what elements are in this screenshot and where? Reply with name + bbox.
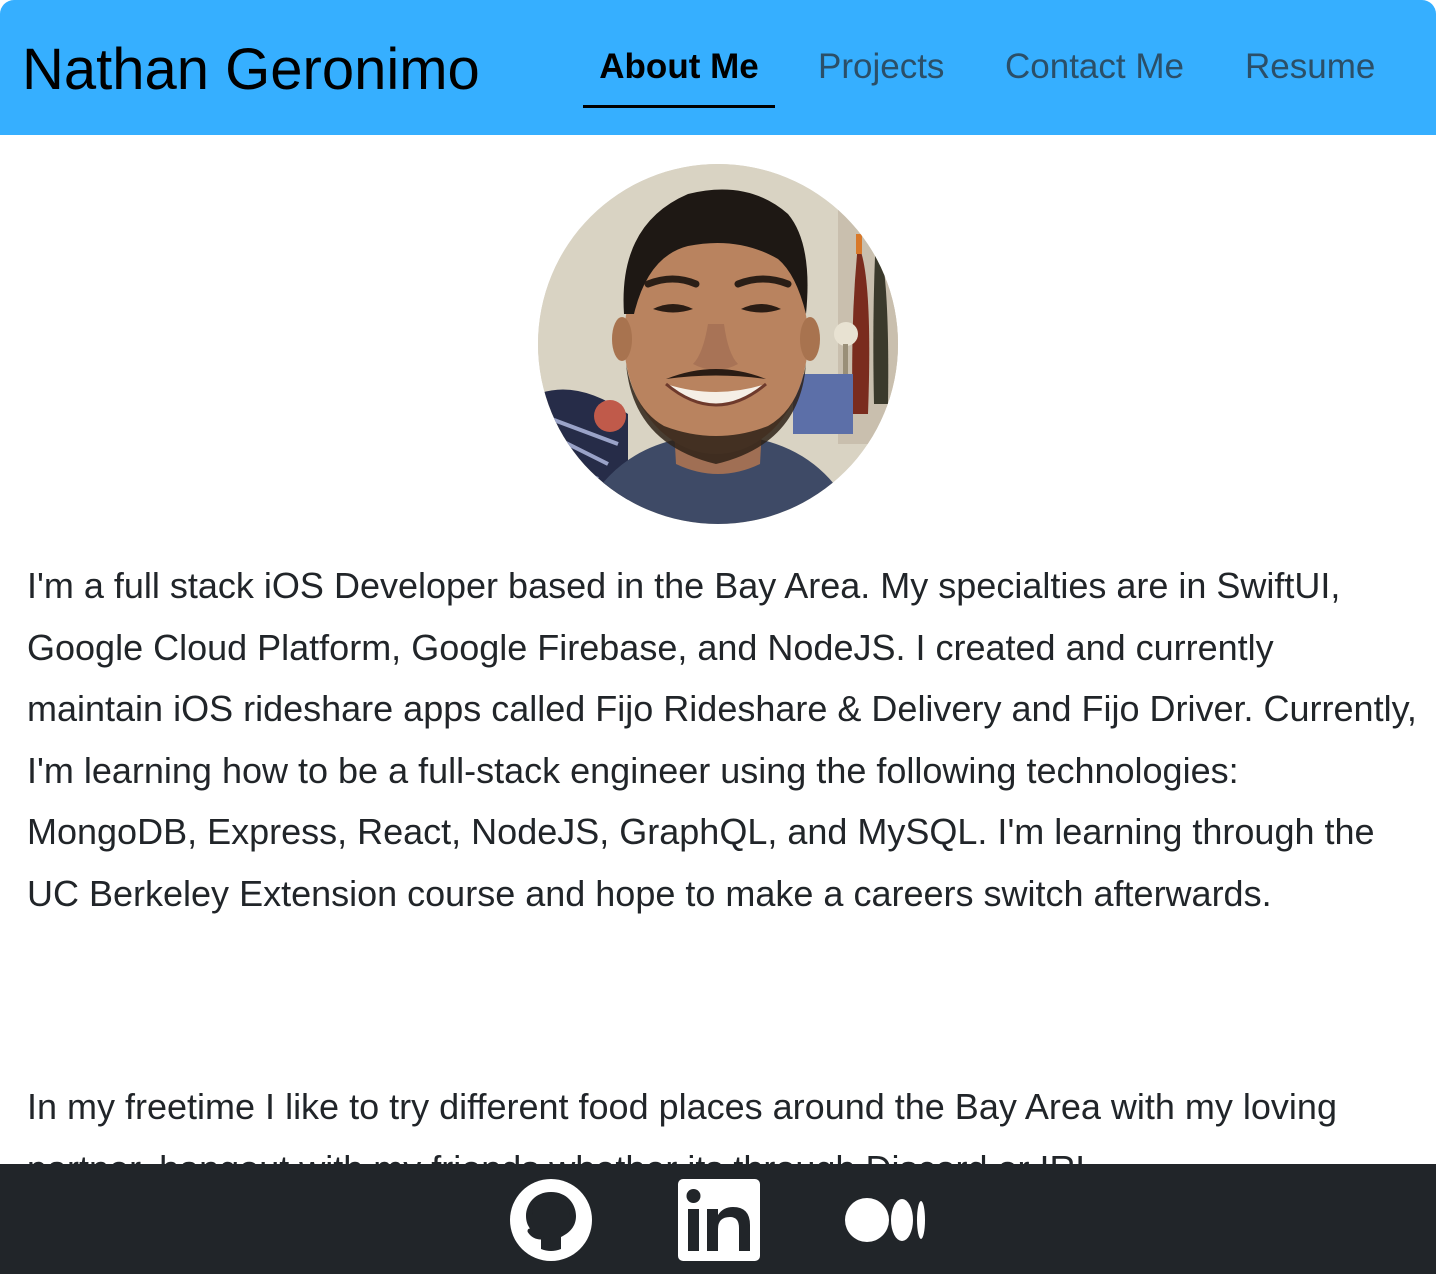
profile-photo-illustration [538, 164, 898, 524]
nav-link-about-me[interactable]: About Me [583, 44, 775, 108]
nav-link-projects[interactable]: Projects [818, 44, 944, 108]
medium-link[interactable] [845, 1179, 927, 1261]
github-link[interactable] [510, 1179, 592, 1261]
profile-photo [538, 164, 898, 524]
medium-icon [845, 1198, 925, 1242]
footer [0, 1164, 1436, 1274]
github-icon [510, 1179, 592, 1261]
linkedin-icon [678, 1179, 760, 1261]
site-brand[interactable]: Nathan Geronimo [22, 36, 480, 104]
nav-link-contact-me[interactable]: Contact Me [1005, 44, 1184, 108]
bio-paragraph: I'm a full stack iOS Developer based in … [27, 565, 1417, 914]
nav-link-resume[interactable]: Resume [1245, 44, 1375, 108]
linkedin-link[interactable] [678, 1179, 760, 1261]
top-navbar: Nathan Geronimo About Me Projects Contac… [0, 0, 1436, 135]
